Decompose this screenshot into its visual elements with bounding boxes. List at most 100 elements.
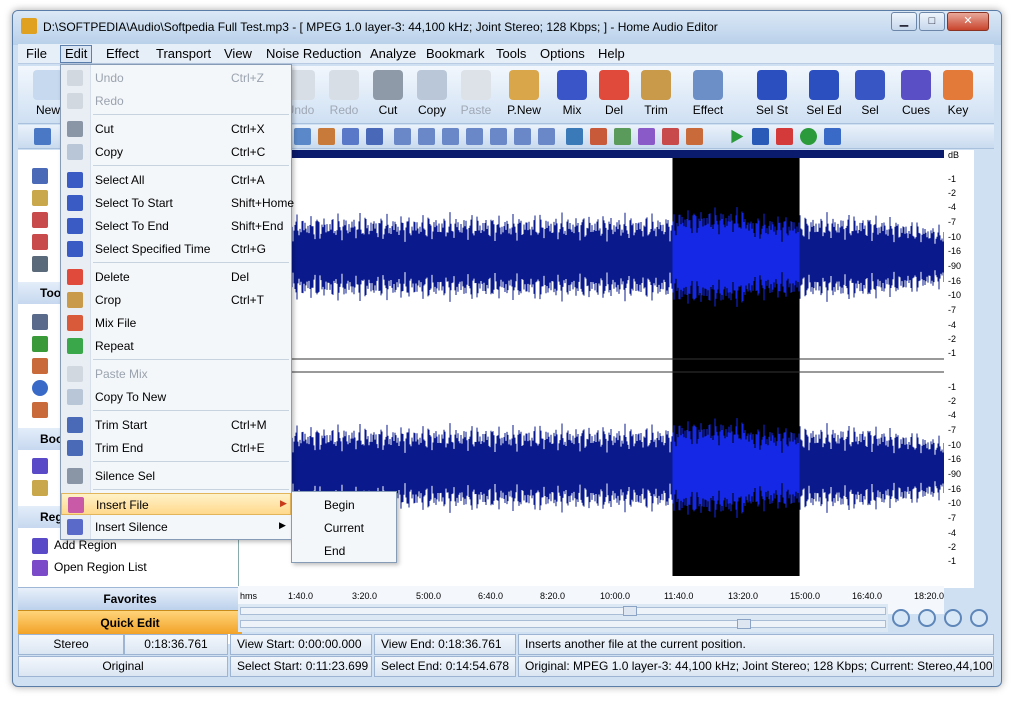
cues-button[interactable]: Cues [894,68,938,122]
zoom-in-icon[interactable] [342,128,359,145]
wave-icon[interactable] [514,128,531,145]
panel-item[interactable] [32,212,54,232]
menu-edit[interactable]: Edit [60,45,93,63]
stop-icon[interactable] [776,128,793,145]
selection-region[interactable] [672,150,800,576]
menu-item-crop[interactable]: Crop Ctrl+T [61,289,291,311]
add-region-item[interactable]: Add Region [32,538,117,558]
menu-file[interactable]: File [22,46,51,64]
menu-item-cut[interactable]: Cut Ctrl+X [61,118,291,140]
record-icon[interactable] [662,128,679,145]
menu-item-repeat[interactable]: Repeat [61,335,291,357]
trim-button[interactable]: Trim [634,68,678,122]
scroll-thumb[interactable] [623,606,637,616]
wave-icon[interactable] [538,128,555,145]
delete-button[interactable]: Del [592,68,636,122]
panel-item[interactable] [32,256,54,276]
view-icon[interactable] [294,128,311,145]
menu-item-insert-file[interactable]: Insert File ▶ [61,493,291,515]
submenu-item-end[interactable]: End [292,540,396,562]
tools-icon[interactable] [686,128,703,145]
zoom-scrollbar[interactable] [240,619,886,629]
image-icon[interactable] [318,128,335,145]
panel-item[interactable] [32,190,54,210]
menu-item-mix-file[interactable]: Mix File [61,312,291,334]
key-button[interactable]: Key [936,68,980,122]
redo-button[interactable]: Redo [322,68,366,122]
submenu-item-current[interactable]: Current [292,517,396,539]
maximize-button[interactable]: □ [919,12,945,31]
menu-options[interactable]: Options [536,46,589,64]
pause-icon[interactable] [752,128,769,145]
close-button[interactable]: ✕ [947,12,989,31]
menu-item-silence-sel[interactable]: Silence Sel [61,465,291,487]
select-end-button[interactable]: Sel Ed [800,68,848,122]
menu-item-paste-mix[interactable]: Paste Mix [61,363,291,385]
wave-icon[interactable] [466,128,483,145]
tools-icon[interactable] [638,128,655,145]
panel-item[interactable] [32,314,54,334]
panel-item[interactable] [32,480,54,500]
copy-button[interactable]: Copy [410,68,454,122]
loop-icon[interactable] [824,128,841,145]
menu-item-select-all[interactable]: Select All Ctrl+A [61,169,291,191]
effect-button[interactable]: Effect [682,68,734,122]
horizontal-scrollbar[interactable] [240,606,886,616]
menu-item-copy[interactable]: Copy Ctrl+C [61,141,291,163]
menu-item-undo[interactable]: Undo Ctrl+Z [61,67,291,89]
menu-analyze[interactable]: Analyze [366,46,420,64]
menu-item-copy-to-new[interactable]: Copy To New [61,386,291,408]
zoom-thumb[interactable] [737,619,751,629]
paste-new-button[interactable]: P.New [502,68,546,122]
mix-button[interactable]: Mix [550,68,594,122]
panel-item[interactable] [32,336,54,356]
wave-icon[interactable] [442,128,459,145]
zoom-out-icon[interactable] [918,609,936,627]
settings-icon[interactable] [34,128,51,145]
menu-bookmark[interactable]: Bookmark [422,46,489,64]
select-start-button[interactable]: Sel St [748,68,796,122]
menu-noise-reduction[interactable]: Noise Reduction [262,46,365,64]
menu-item-select-to-end[interactable]: Select To End Shift+End [61,215,291,237]
menu-transport[interactable]: Transport [152,46,215,64]
wave-icon[interactable] [490,128,507,145]
play-icon[interactable] [731,129,744,144]
menu-item-trim-end[interactable]: Trim End Ctrl+E [61,437,291,459]
wave-icon[interactable] [418,128,435,145]
zoom-sel-icon[interactable] [366,128,383,145]
menu-help[interactable]: Help [594,46,629,64]
tools-icon[interactable] [590,128,607,145]
menu-view[interactable]: View [220,46,256,64]
cut-button[interactable]: Cut [366,68,410,122]
select-button[interactable]: Sel [848,68,892,122]
view-start-status: View Start: 0:00:00.000 [230,634,372,655]
menu-effect[interactable]: Effect [102,46,143,64]
menu-item-select-to-start[interactable]: Select To Start Shift+Home [61,192,294,214]
tools-icon[interactable] [566,128,583,145]
panel-item[interactable] [32,234,54,254]
panel-item[interactable] [32,168,54,188]
panel-item[interactable] [32,402,54,422]
menu-tools[interactable]: Tools [492,46,530,64]
play-selection-icon[interactable] [800,128,817,145]
paste-button[interactable]: Paste [454,68,498,122]
minimize-button[interactable]: ▁ [891,12,917,31]
panel-item[interactable] [32,358,54,378]
menu-item-redo[interactable]: Redo [61,90,291,112]
menu-item-insert-silence[interactable]: Insert Silence ▶ [61,516,291,538]
tools-icon[interactable] [614,128,631,145]
panel-item[interactable] [32,380,54,400]
menu-item-select-specified-time[interactable]: Select Specified Time Ctrl+G [61,238,291,260]
zoom-selection-icon[interactable] [944,609,962,627]
menu-item-delete[interactable]: Delete Del [61,266,291,288]
open-region-list-item[interactable]: Open Region List [32,560,147,580]
tool-icon [32,212,48,228]
panel-item[interactable] [32,458,54,478]
zoom-in-icon[interactable] [892,609,910,627]
wave-icon[interactable] [394,128,411,145]
quick-edit-tab[interactable]: Quick Edit [18,610,242,634]
submenu-item-begin[interactable]: Begin [292,494,396,516]
favorites-tab[interactable]: Favorites [18,587,242,610]
menu-item-trim-start[interactable]: Trim Start Ctrl+M [61,414,291,436]
zoom-full-icon[interactable] [970,609,988,627]
